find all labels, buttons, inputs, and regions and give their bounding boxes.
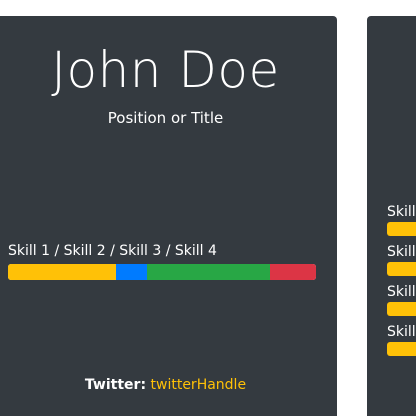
skills-progress-bar xyxy=(8,264,316,280)
side-skill-bar xyxy=(387,342,416,356)
side-skill-row: Skill xyxy=(387,324,416,356)
side-skill-bar xyxy=(387,262,416,276)
side-skill-row: Skill xyxy=(387,204,416,236)
twitter-line: Twitter: twitterHandle xyxy=(0,375,331,395)
skill-segment-2 xyxy=(115,264,147,280)
profile-name: John Doe xyxy=(51,41,280,99)
side-skill-label: Skill xyxy=(387,204,416,220)
side-skill-label: Skill xyxy=(387,244,416,260)
side-skill-row: Skill xyxy=(387,244,416,276)
skill-segment-1 xyxy=(8,264,116,280)
side-skill-bar xyxy=(387,302,416,316)
profile-title: Position or Title xyxy=(107,109,224,127)
page: John Doe Position or Title Skill 1 / Ski… xyxy=(0,0,416,416)
twitter-label: Twitter: xyxy=(84,377,147,393)
side-skill-label: Skill xyxy=(387,284,416,300)
twitter-handle-link[interactable]: twitterHandle xyxy=(151,377,247,393)
side-skill-row: Skill xyxy=(387,284,416,316)
secondary-card: Skill Skill Skill Skill xyxy=(367,16,416,416)
skill-segment-4 xyxy=(269,264,316,280)
side-skill-label: Skill xyxy=(387,324,416,340)
profile-card: John Doe Position or Title Skill 1 / Ski… xyxy=(0,16,337,416)
side-skill-bar xyxy=(387,222,416,236)
skills-label: Skill 1 / Skill 2 / Skill 3 / Skill 4 xyxy=(8,243,217,259)
skill-segment-3 xyxy=(146,264,270,280)
